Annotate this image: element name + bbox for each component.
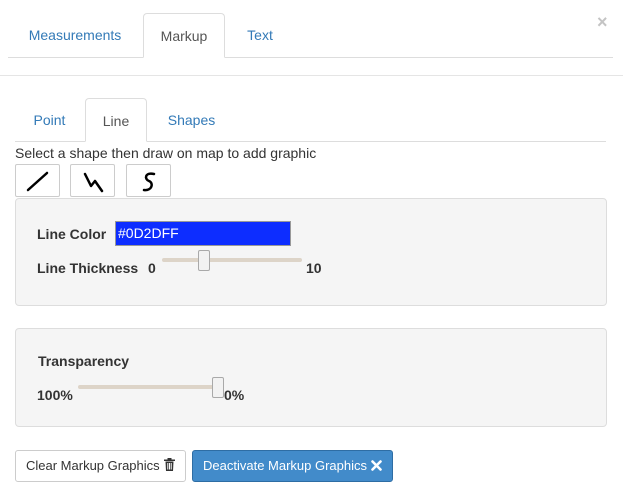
subtab-shapes[interactable]: Shapes xyxy=(148,98,235,141)
deactivate-markup-button[interactable]: Deactivate Markup Graphics xyxy=(192,450,394,482)
subtab-point[interactable]: Point xyxy=(15,98,84,141)
straight-line-icon xyxy=(26,171,49,192)
freehand-line-button[interactable] xyxy=(126,164,171,197)
line-color-input[interactable]: #0D2DFF xyxy=(115,221,291,246)
tab-text[interactable]: Text xyxy=(226,13,294,57)
transparency-panel xyxy=(15,328,607,427)
line-thickness-label: Line Thickness xyxy=(37,260,139,276)
tab-markup[interactable]: Markup xyxy=(143,13,225,58)
tab-measurements[interactable]: Measurements xyxy=(8,13,142,57)
transparency-label: Transparency xyxy=(38,353,130,369)
markup-subtabs: Point Line Shapes xyxy=(15,98,606,142)
thickness-max-label: 10 xyxy=(306,260,322,276)
freehand-line-icon xyxy=(142,172,156,192)
transparency-max-label: 0% xyxy=(224,387,245,403)
thickness-min-label: 0 xyxy=(148,260,156,276)
polyline-button[interactable] xyxy=(70,164,115,197)
subtab-line[interactable]: Line xyxy=(85,98,147,142)
polyline-icon xyxy=(83,172,104,193)
straight-line-button[interactable] xyxy=(15,164,60,197)
line-settings-panel xyxy=(15,198,607,306)
trash-icon xyxy=(163,458,175,473)
transparency-min-label: 100% xyxy=(37,387,73,403)
thickness-slider-handle[interactable] xyxy=(198,250,210,271)
thickness-slider-track[interactable] xyxy=(162,258,302,262)
header-divider xyxy=(0,75,623,76)
line-color-label: Line Color xyxy=(37,226,107,242)
deactivate-markup-label: Deactivate Markup Graphics xyxy=(203,458,368,473)
close-x-icon xyxy=(371,458,382,473)
clear-markup-label: Clear Markup Graphics xyxy=(26,458,160,473)
clear-markup-button[interactable]: Clear Markup Graphics xyxy=(15,450,186,482)
instruction-text: Select a shape then draw on map to add g… xyxy=(15,145,317,161)
transparency-slider-track[interactable] xyxy=(78,385,218,389)
transparency-slider-handle[interactable] xyxy=(212,377,224,398)
main-tabs: Measurements Markup Text xyxy=(8,13,613,58)
